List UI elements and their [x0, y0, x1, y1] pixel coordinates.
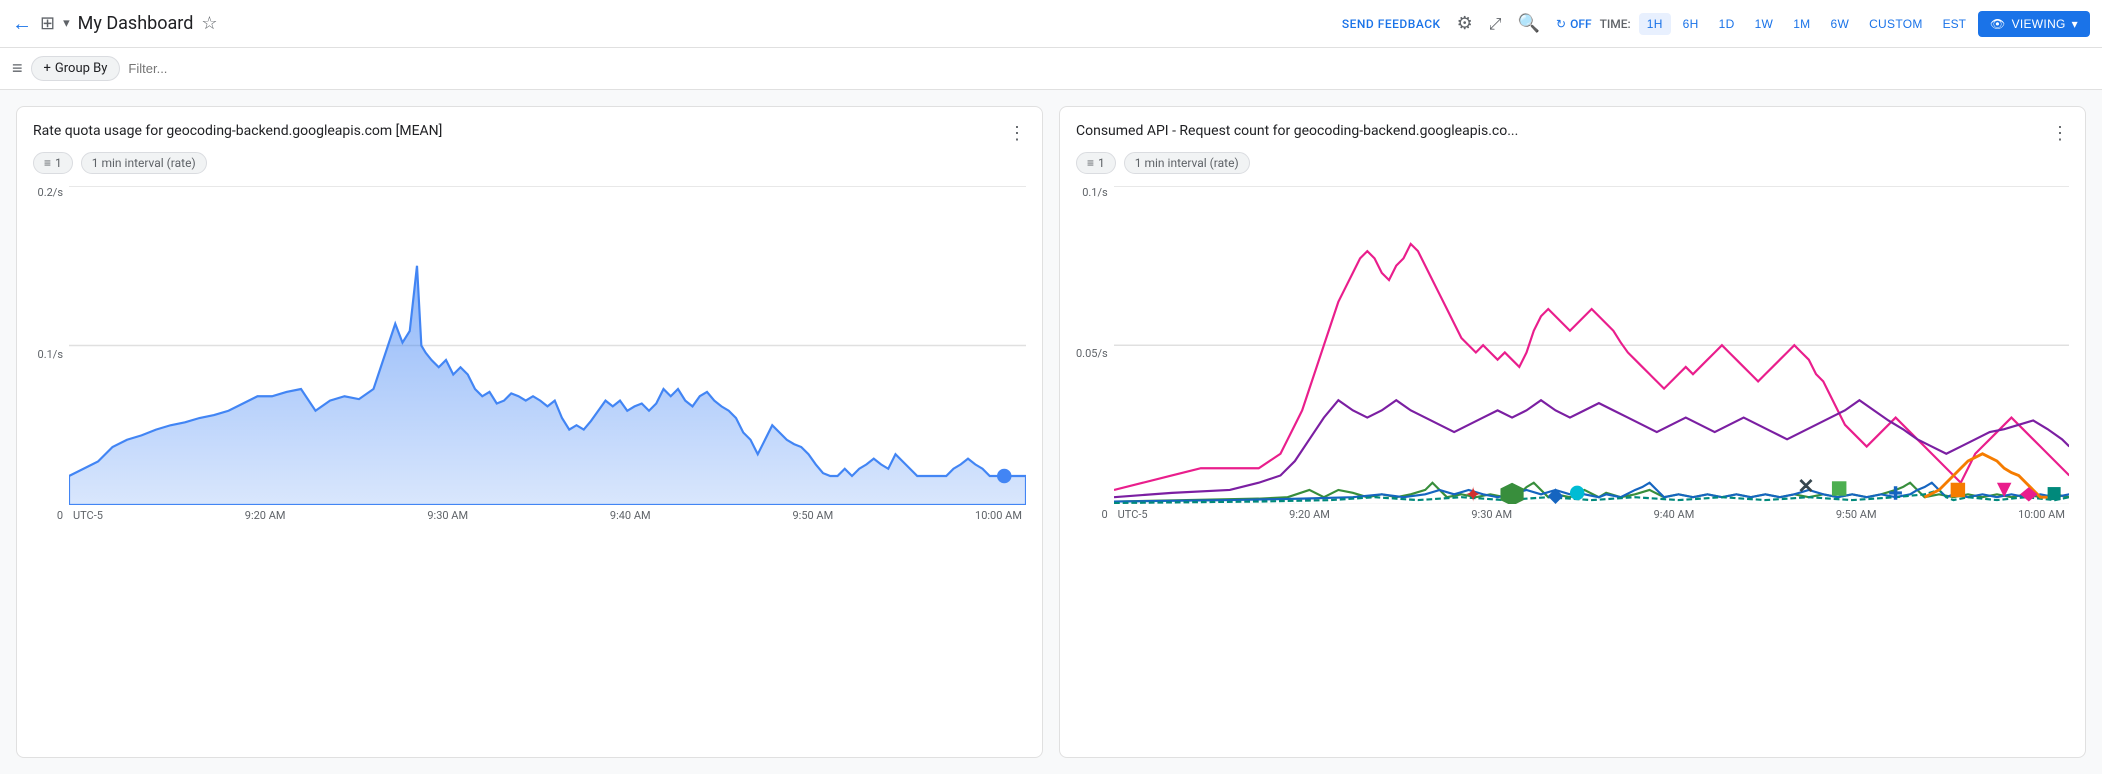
chart-1-filter-pill[interactable]: ≡ 1 — [33, 152, 73, 174]
group-by-button[interactable]: + Group By — [31, 56, 121, 81]
chart-1-wrapper: 0.2/s 0.1/s 0 — [33, 186, 1026, 522]
chart-2-area: ✦ ◆ ✕ + — [1114, 186, 2069, 521]
time-6h-button[interactable]: 6H — [1675, 13, 1707, 35]
refresh-icon: ↻ — [1556, 17, 1566, 31]
x2-label-utc: UTC-5 — [1118, 508, 1148, 521]
header-right: TIME: 1H 6H 1D 1W 1M 6W CUSTOM EST 👁 VIE… — [1600, 11, 2090, 37]
filter-icon-2: ≡ — [1087, 156, 1094, 170]
x2-label-920: 9:20 AM — [1289, 508, 1330, 521]
x2-label-950: 9:50 AM — [1836, 508, 1877, 521]
x2-label-940: 9:40 AM — [1654, 508, 1695, 521]
back-button[interactable]: ← — [12, 11, 32, 36]
x-label-1000: 10:00 AM — [975, 509, 1022, 522]
chart-1-interval-pill[interactable]: 1 min interval (rate) — [81, 152, 207, 174]
toolbar: ≡ + Group By — [0, 48, 2102, 90]
svg-text:◆: ◆ — [1547, 483, 1563, 505]
x-label-940: 9:40 AM — [610, 509, 651, 522]
chart-2-svg: ✦ ◆ ✕ + — [1114, 186, 2069, 504]
chart-card-2: Consumed API - Request count for geocodi… — [1059, 106, 2086, 758]
viewing-dropdown-icon: ▾ — [2072, 17, 2078, 31]
header: ← ⊞ ▾ My Dashboard ☆ SEND FEEDBACK ⚙ ⤢ 🔍… — [0, 0, 2102, 48]
chart-2-more-icon[interactable]: ⋮ — [2051, 123, 2069, 144]
chart-2-wrapper: 0.1/s 0.05/s 0 — [1076, 186, 2069, 521]
page-title: My Dashboard — [78, 13, 194, 34]
filter-icon: ≡ — [44, 156, 51, 170]
header-left: ← ⊞ ▾ My Dashboard ☆ — [12, 11, 1334, 36]
timezone-button[interactable]: EST — [1935, 13, 1974, 35]
x-label-930: 9:30 AM — [427, 509, 468, 522]
time-1m-button[interactable]: 1M — [1785, 13, 1818, 35]
y-label-mid: 0.1/s — [38, 348, 63, 361]
x-label-950: 9:50 AM — [792, 509, 833, 522]
menu-icon[interactable]: ≡ — [12, 58, 23, 79]
time-label: TIME: — [1600, 17, 1631, 31]
viewing-button[interactable]: 👁 VIEWING ▾ — [1978, 11, 2090, 37]
auto-refresh-toggle[interactable]: ↻ OFF — [1556, 17, 1592, 31]
chart-2-x-labels: UTC-5 9:20 AM 9:30 AM 9:40 AM 9:50 AM 10… — [1114, 508, 2069, 521]
x-label-utc: UTC-5 — [73, 509, 103, 522]
time-1h-button[interactable]: 1H — [1639, 13, 1671, 35]
card-header-1: Rate quota usage for geocoding-backend.g… — [33, 123, 1026, 144]
plus-icon: + — [44, 61, 51, 76]
interval-label: 1 min interval (rate) — [92, 156, 196, 170]
time-custom-button[interactable]: CUSTOM — [1861, 13, 1931, 35]
chart-card-1: Rate quota usage for geocoding-backend.g… — [16, 106, 1043, 758]
main-content: Rate quota usage for geocoding-backend.g… — [0, 90, 2102, 774]
viewing-label: VIEWING — [2012, 17, 2066, 31]
filter-count-2: 1 — [1098, 156, 1105, 170]
chart-1-more-icon[interactable]: ⋮ — [1008, 123, 1026, 144]
x2-label-930: 9:30 AM — [1471, 508, 1512, 521]
header-center: SEND FEEDBACK ⚙ ⤢ 🔍 ↻ OFF — [1342, 13, 1592, 34]
chart-1-title: Rate quota usage for geocoding-backend.g… — [33, 123, 442, 139]
chart-1-svg — [69, 186, 1026, 505]
send-feedback-button[interactable]: SEND FEEDBACK — [1342, 17, 1441, 31]
y-label-bottom: 0 — [57, 509, 63, 522]
y2-label-mid: 0.05/s — [1076, 347, 1108, 360]
fullscreen-icon[interactable]: ⤢ — [1489, 14, 1502, 34]
chart-1-x-labels: UTC-5 9:20 AM 9:30 AM 9:40 AM 9:50 AM 10… — [69, 509, 1026, 522]
x2-label-1000: 10:00 AM — [2018, 508, 2065, 521]
card-1-pills: ≡ 1 1 min interval (rate) — [33, 152, 1026, 174]
chart-2-y-labels: 0.1/s 0.05/s 0 — [1076, 186, 1114, 521]
y2-label-top: 0.1/s — [1082, 186, 1107, 199]
eye-icon: 👁 — [1990, 17, 2006, 31]
chart-1-y-labels: 0.2/s 0.1/s 0 — [33, 186, 69, 522]
favorite-icon[interactable]: ☆ — [201, 13, 217, 34]
interval-label-2: 1 min interval (rate) — [1135, 156, 1239, 170]
chart-2-title: Consumed API - Request count for geocodi… — [1076, 123, 1518, 139]
time-1d-button[interactable]: 1D — [1711, 13, 1743, 35]
filter-input[interactable] — [128, 61, 2090, 76]
svg-text:✕: ✕ — [1797, 474, 1814, 498]
y-label-top: 0.2/s — [38, 186, 63, 199]
filter-count: 1 — [55, 156, 62, 170]
dashboard-title-dropdown[interactable]: ▾ — [63, 16, 70, 31]
auto-refresh-label: OFF — [1570, 17, 1592, 31]
chart-2-interval-pill[interactable]: 1 min interval (rate) — [1124, 152, 1250, 174]
card-2-pills: ≡ 1 1 min interval (rate) — [1076, 152, 2069, 174]
dashboard-icon: ⊞ — [40, 13, 55, 34]
x-label-920: 9:20 AM — [245, 509, 286, 522]
time-6w-button[interactable]: 6W — [1822, 13, 1857, 35]
settings-icon[interactable]: ⚙ — [1457, 13, 1473, 34]
y2-label-bottom: 0 — [1101, 508, 1107, 521]
time-1w-button[interactable]: 1W — [1747, 13, 1782, 35]
svg-text:✦: ✦ — [1464, 483, 1481, 505]
search-icon[interactable]: 🔍 — [1518, 13, 1540, 34]
svg-text:+: + — [1888, 479, 1902, 505]
chart-1-area: UTC-5 9:20 AM 9:30 AM 9:40 AM 9:50 AM 10… — [69, 186, 1026, 522]
chart-2-filter-pill[interactable]: ≡ 1 — [1076, 152, 1116, 174]
group-by-label: Group By — [55, 61, 108, 76]
card-header-2: Consumed API - Request count for geocodi… — [1076, 123, 2069, 144]
